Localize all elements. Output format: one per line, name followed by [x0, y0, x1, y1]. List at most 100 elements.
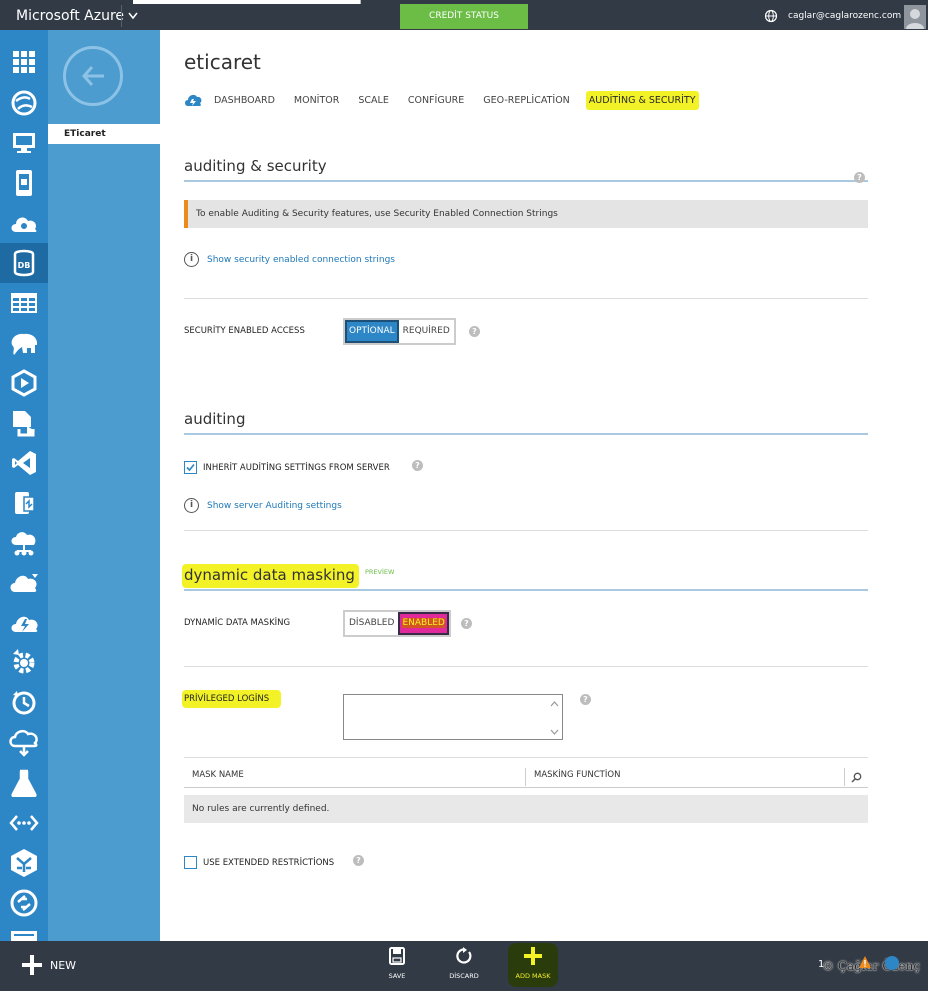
machine-learning-icon[interactable]: [0, 723, 48, 763]
api-management-icon[interactable]: [0, 683, 48, 723]
empty-rules-message: No rules are currently defined.: [184, 795, 868, 823]
save-icon: [389, 947, 405, 965]
security-access-toggle[interactable]: OPTİONAL REQUİRED: [343, 318, 456, 345]
option-disabled[interactable]: DİSABLED: [345, 612, 399, 635]
discard-button[interactable]: DİSCARD: [439, 947, 489, 980]
avatar[interactable]: [904, 5, 926, 29]
help-icon[interactable]: ?: [580, 694, 591, 705]
section-heading-auditing: auditing: [184, 410, 868, 435]
help-icon[interactable]: ?: [854, 172, 865, 183]
tab-auditing-security[interactable]: AUDİTİNG & SECURİTY: [585, 90, 699, 110]
inherit-auditing-checkbox[interactable]: INHERİT AUDİTİNG SETTİNGS FROM SERVER: [184, 461, 390, 474]
top-bar: Microsoft Azure CREDİT STATUS caglar@cag…: [0, 0, 928, 33]
tab-configure[interactable]: CONFİGURE: [408, 95, 464, 106]
management-services-icon[interactable]: [0, 923, 48, 941]
sql-databases-icon[interactable]: DB: [0, 243, 48, 283]
show-connection-strings[interactable]: i Show security enabled connection strin…: [184, 252, 395, 267]
remoteapp-icon[interactable]: [0, 883, 48, 923]
textarea-scroll-arrows-icon[interactable]: [550, 699, 559, 737]
storage-icon[interactable]: [0, 283, 48, 323]
service-bus-icon[interactable]: [0, 403, 48, 443]
privileged-logins-label: PRİVİLEGED LOGİNS: [182, 690, 282, 708]
scheduler-icon[interactable]: [0, 643, 48, 683]
all-items-icon[interactable]: [0, 42, 48, 82]
help-icon[interactable]: ?: [461, 618, 472, 629]
show-server-auditing[interactable]: i Show server Auditing settings: [184, 498, 342, 513]
security-access-label: SECURİTY ENABLED ACCESS: [184, 326, 305, 336]
search-icon[interactable]: [851, 772, 862, 783]
checkbox-unchecked[interactable]: [184, 856, 197, 869]
masking-label: DYNAMİC DATA MASKİNG: [184, 618, 291, 628]
traffic-manager-icon[interactable]: [0, 843, 48, 883]
add-icon: [524, 947, 542, 965]
privileged-logins-input[interactable]: [343, 694, 563, 740]
mask-rules-table-header: MASK NAME MASKİNG FUNCTİON: [184, 766, 868, 788]
show-server-auditing-link[interactable]: Show server Auditing settings: [207, 501, 342, 511]
service-rail: DB: [0, 30, 48, 941]
main-content: eticaret DASHBOARD MONİTOR SCALE CONFİGU…: [160, 30, 928, 941]
biztalk-services-icon[interactable]: [0, 523, 48, 563]
hdinsight-icon[interactable]: [0, 323, 48, 363]
info-icon: i: [184, 498, 199, 513]
credit-status-button[interactable]: CREDİT STATUS: [400, 4, 528, 29]
help-globe-icon[interactable]: [885, 956, 899, 970]
tab-monitor[interactable]: MONİTOR: [294, 95, 339, 106]
automation-icon[interactable]: [0, 603, 48, 643]
networks-icon[interactable]: [0, 803, 48, 843]
checkmark-icon: [186, 463, 195, 472]
warning-icon[interactable]: [858, 955, 872, 969]
user-silhouette-icon: [906, 9, 924, 29]
tab-dashboard[interactable]: DASHBOARD: [214, 95, 275, 106]
option-enabled[interactable]: ENABLED: [398, 612, 449, 635]
address-strip: [133, 0, 361, 4]
divider: [184, 757, 868, 758]
help-icon[interactable]: ?: [353, 855, 364, 866]
masking-toggle[interactable]: DİSABLED ENABLED: [343, 610, 451, 637]
preview-badge: PREVİEW: [364, 568, 395, 576]
command-bar: NEW SAVE DİSCARD ADD MASK 1 © Çağlar Öze…: [0, 941, 928, 991]
tab-geo-replication[interactable]: GEO-REPLİCATİON: [483, 95, 570, 106]
svg-text:DB: DB: [18, 261, 31, 270]
tab-scale[interactable]: SCALE: [358, 95, 388, 106]
visual-studio-online-icon[interactable]: [0, 443, 48, 483]
secnav-item-eticaret[interactable]: ETicaret: [48, 124, 160, 144]
brand-title[interactable]: Microsoft Azure: [16, 8, 124, 24]
help-icon[interactable]: ?: [469, 326, 480, 337]
mobile-services-icon[interactable]: [0, 163, 48, 203]
column-mask-name[interactable]: MASK NAME: [192, 770, 244, 780]
page-title: eticaret: [184, 50, 261, 74]
extended-restrictions-checkbox[interactable]: USE EXTENDED RESTRİCTİONS: [184, 856, 334, 869]
save-button[interactable]: SAVE: [372, 947, 422, 980]
column-masking-function[interactable]: MASKİNG FUNCTİON: [534, 770, 620, 780]
checkbox-checked[interactable]: [184, 461, 197, 474]
divider: [184, 298, 868, 299]
add-mask-button[interactable]: ADD MASK: [508, 943, 558, 987]
tab-bar: DASHBOARD MONİTOR SCALE CONFİGURE GEO-RE…: [184, 90, 718, 110]
stream-analytics-icon[interactable]: [0, 763, 48, 803]
option-required[interactable]: REQUİRED: [398, 320, 454, 343]
web-sites-icon[interactable]: [0, 83, 48, 123]
chevron-down-icon: [128, 12, 138, 20]
globe-icon[interactable]: [764, 9, 778, 23]
cache-icon[interactable]: [0, 483, 48, 523]
quick-start-cloud-icon[interactable]: [184, 93, 202, 107]
divider: [184, 666, 868, 667]
info-icon: i: [184, 252, 199, 267]
column-separator: [525, 768, 526, 786]
help-icon[interactable]: ?: [412, 460, 423, 471]
show-connection-strings-link[interactable]: Show security enabled connection strings: [207, 255, 395, 265]
media-services-icon[interactable]: [0, 363, 48, 403]
divider: [184, 530, 868, 531]
back-button[interactable]: [63, 46, 123, 106]
secondary-nav: ETicaret: [48, 30, 160, 941]
cloud-services-icon[interactable]: [0, 203, 48, 243]
notice-banner: To enable Auditing & Security features, …: [184, 200, 868, 228]
user-email[interactable]: caglar@caglarozenc.com: [788, 11, 901, 21]
new-button[interactable]: NEW: [22, 955, 76, 975]
recovery-services-icon[interactable]: [0, 563, 48, 603]
virtual-machines-icon[interactable]: [0, 123, 48, 163]
section-heading-masking: dynamic data masking PREVİEW: [182, 564, 868, 591]
subscription-dropdown[interactable]: [121, 5, 141, 27]
option-optional[interactable]: OPTİONAL: [345, 320, 399, 343]
plus-icon: [22, 955, 42, 975]
